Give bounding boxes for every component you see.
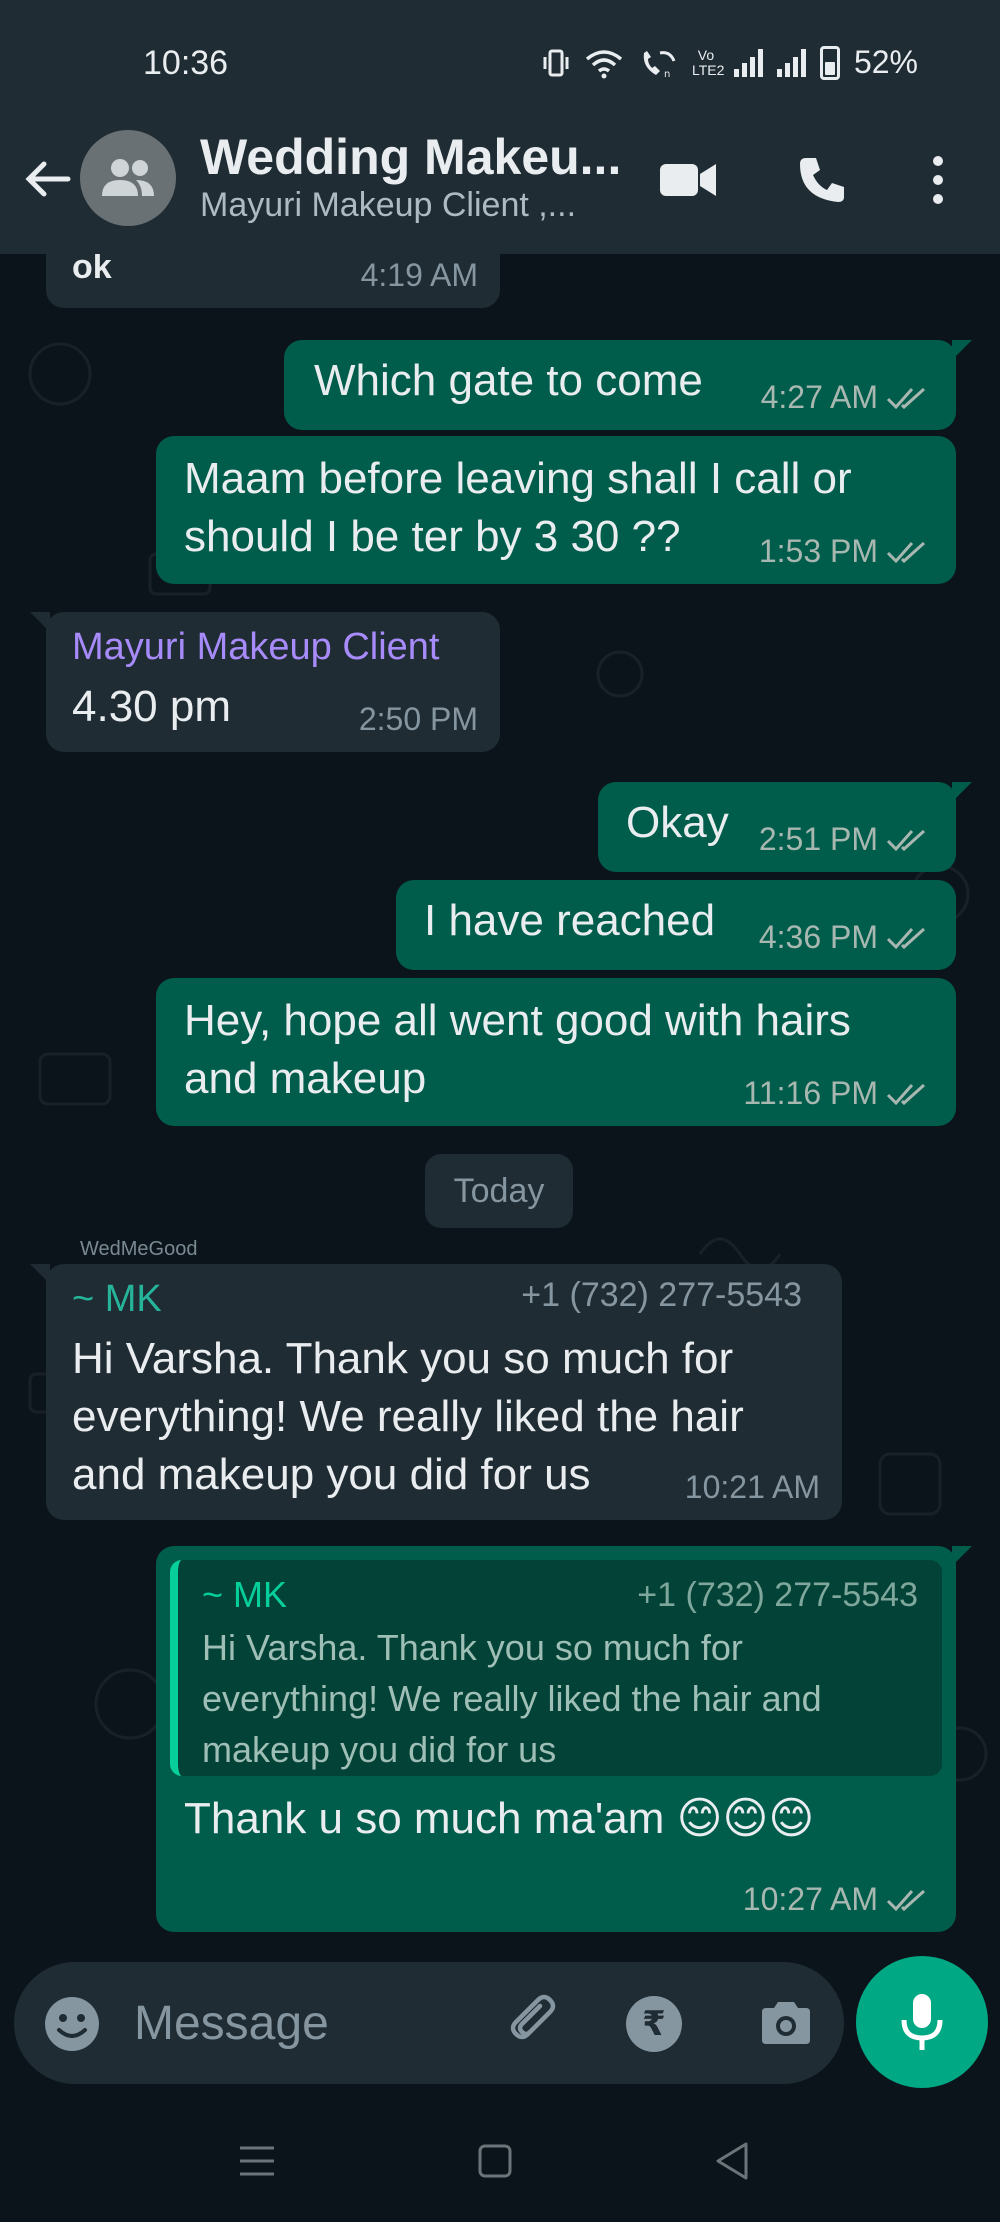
signal-2-icon	[776, 48, 806, 77]
read-double-tick-icon	[886, 927, 926, 949]
system-nav-bar	[0, 2100, 1000, 2222]
sender-name[interactable]: Mayuri Makeup Client	[72, 626, 439, 669]
message-time: 10:27 AM	[743, 1881, 932, 1918]
message-outgoing-reply[interactable]: ~ MK +1 (732) 277-5543 Hi Varsha. Thank …	[156, 1546, 972, 1932]
message-time: 2:50 PM	[358, 701, 478, 737]
watermark: WedMeGood	[80, 1238, 198, 1260]
chat-header: Wedding Makeu... Mayuri Makeup Client ,.…	[0, 128, 1000, 254]
sender-name[interactable]: ~ MK	[72, 1278, 162, 1321]
message-text-line: and makeup you did for us	[72, 1450, 591, 1499]
back-arrow-icon[interactable]	[20, 152, 74, 206]
read-double-tick-icon	[886, 1889, 926, 1911]
battery-percent: 52%	[853, 44, 918, 80]
back-triangle-icon[interactable]	[708, 2136, 758, 2186]
recents-menu-icon[interactable]	[232, 2136, 282, 2186]
message-time: 1:53 PM	[759, 533, 932, 570]
bubble-tail	[30, 612, 50, 632]
bubble-tail	[952, 1546, 972, 1566]
svg-text:n: n	[664, 69, 670, 79]
message-time: 2:51 PM	[759, 821, 932, 858]
message-text: Thank u so much ma'am 😊😊😊	[184, 1794, 815, 1843]
payment-rupee-icon[interactable]: ₹	[626, 1996, 682, 2052]
bubble-tail	[30, 1264, 50, 1284]
message-composer[interactable]: Message ₹	[14, 1962, 844, 2084]
message-incoming[interactable]: ~ MK +1 (732) 277-5543 Hi Varsha. Thank …	[30, 1264, 842, 1520]
camera-icon[interactable]	[756, 1994, 816, 2054]
read-double-tick-icon	[886, 387, 926, 409]
home-square-icon[interactable]	[470, 2136, 520, 2186]
attach-icon[interactable]	[504, 1992, 566, 2054]
message-text-line: Hi Varsha. Thank you so much for	[72, 1334, 734, 1383]
wifi-icon	[585, 49, 623, 78]
battery-icon	[819, 45, 840, 80]
more-vert-icon	[933, 156, 943, 204]
status-time: 10:36	[143, 44, 229, 82]
volte-label: Vo LTE2	[691, 46, 725, 78]
signal-1-icon	[733, 48, 763, 77]
message-outgoing[interactable]: Okay 2:51 PM	[598, 782, 972, 872]
message-text: Which gate to come	[314, 356, 703, 405]
group-icon	[102, 159, 154, 196]
quoted-text-line: Hi Varsha. Thank you so much for	[202, 1627, 743, 1668]
date-separator: Today	[425, 1154, 573, 1228]
vibrate-icon	[543, 49, 569, 76]
message-incoming[interactable]: Mayuri Makeup Client 4.30 pm 2:50 PM	[30, 612, 500, 752]
emoji-icon[interactable]	[42, 1994, 102, 2054]
chat-title[interactable]: Wedding Makeu...	[200, 128, 621, 186]
video-call-button[interactable]	[658, 150, 718, 210]
phone-icon	[800, 158, 844, 202]
message-text-line: and makeup	[184, 1054, 427, 1103]
message-text: Okay	[626, 798, 729, 847]
message-text-line: everything! We really liked the hair	[72, 1392, 744, 1441]
read-double-tick-icon	[886, 829, 926, 851]
chat-area[interactable]: ok 4:19 AM Which gate to come 4:27 AM Ma…	[0, 254, 1000, 1954]
message-incoming[interactable]: ok 4:19 AM	[46, 254, 500, 308]
status-bar: 10:36 n Vo LTE2 52%	[0, 0, 1000, 130]
more-options-button[interactable]	[908, 150, 968, 210]
message-text: I have reached	[424, 896, 716, 945]
message-time: 11:16 PM	[743, 1075, 932, 1112]
quoted-message[interactable]: ~ MK +1 (732) 277-5543 Hi Varsha. Thank …	[170, 1560, 942, 1776]
quoted-text-line: everything! We really liked the hair and	[202, 1678, 822, 1719]
mic-button[interactable]	[856, 1956, 988, 2088]
wifi-calling-icon: n	[643, 50, 676, 79]
sender-phone[interactable]: +1 (732) 277-5543	[521, 1276, 802, 1315]
message-time: 10:21 AM	[684, 1469, 820, 1505]
video-call-icon	[660, 164, 716, 196]
message-outgoing[interactable]: I have reached 4:36 PM	[396, 880, 956, 970]
message-time: 4:19 AM	[360, 257, 478, 293]
message-text-line: Maam before leaving shall I call or	[184, 454, 852, 503]
bubble-tail	[952, 340, 972, 360]
voice-call-button[interactable]	[792, 150, 852, 210]
message-time: 4:27 AM	[761, 379, 932, 416]
read-double-tick-icon	[886, 1083, 926, 1105]
chat-subtitle[interactable]: Mayuri Makeup Client ,...	[200, 186, 576, 225]
message-text: ok	[72, 254, 112, 286]
mic-icon	[901, 1994, 943, 2050]
message-outgoing[interactable]: Hey, hope all went good with hairs and m…	[156, 978, 956, 1126]
read-double-tick-icon	[886, 541, 926, 563]
message-text-line: should I be ter by 3 30 ??	[184, 512, 681, 561]
message-outgoing[interactable]: Which gate to come 4:27 AM	[284, 340, 972, 430]
message-outgoing[interactable]: Maam before leaving shall I call or shou…	[156, 436, 956, 584]
message-input[interactable]: Message	[134, 1996, 329, 2051]
message-text-line: Hey, hope all went good with hairs	[184, 996, 851, 1045]
message-text: 4.30 pm	[72, 682, 231, 731]
quoted-text-line: makeup you did for us	[202, 1729, 557, 1770]
group-avatar[interactable]	[80, 130, 176, 226]
status-icons: n Vo LTE2 52%	[542, 44, 918, 81]
quoted-phone: +1 (732) 277-5543	[637, 1576, 918, 1614]
message-time: 4:36 PM	[759, 919, 932, 956]
bubble-tail	[952, 782, 972, 802]
